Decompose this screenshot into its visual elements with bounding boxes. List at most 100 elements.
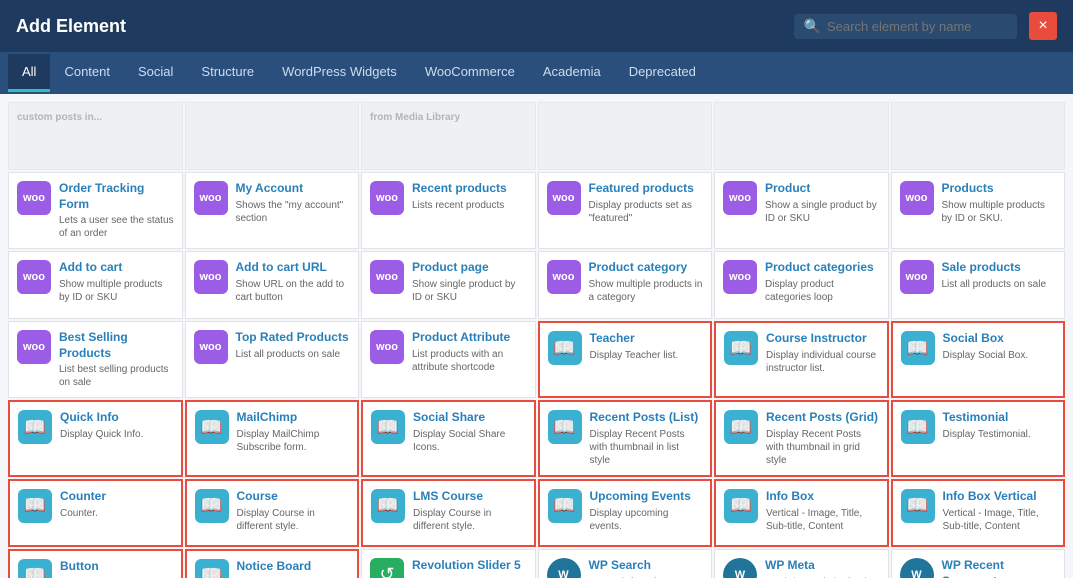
list-item[interactable] <box>538 102 713 170</box>
element-info: Featured products Display products set a… <box>589 181 704 225</box>
element-name: Course Instructor <box>766 331 879 347</box>
element-name: Products <box>942 181 1057 197</box>
a-icon: 📖 <box>724 331 758 365</box>
tab-content[interactable]: Content <box>50 54 124 92</box>
list-item[interactable]: 📖 LMS Course Display Course in different… <box>361 479 536 547</box>
element-name: WP Meta <box>765 558 880 574</box>
element-info: Product category Show multiple products … <box>589 260 704 304</box>
element-info: Sale products List all products on sale <box>942 260 1057 291</box>
search-input[interactable] <box>827 19 1007 34</box>
element-desc: List products with an attribute shortcod… <box>412 348 527 374</box>
list-item[interactable]: woo Product category Show multiple produ… <box>538 251 713 319</box>
element-name: Add to cart URL <box>236 260 351 276</box>
element-name: Product Attribute <box>412 330 527 346</box>
tab-academia[interactable]: Academia <box>529 54 615 92</box>
tab-social[interactable]: Social <box>124 54 187 92</box>
element-name: Counter <box>60 489 173 505</box>
element-name: Recent products <box>412 181 527 197</box>
element-info: Notice Board Display Posts from Notice B… <box>237 559 350 578</box>
element-info: Add to cart Show multiple products by ID… <box>59 260 174 304</box>
element-name: Add to cart <box>59 260 174 276</box>
list-item[interactable]: 📖 Teacher Display Teacher list. <box>538 321 713 398</box>
element-desc: Vertical - Image, Title, Sub-title, Cont… <box>943 507 1056 533</box>
list-item[interactable]: woo Featured products Display products s… <box>538 172 713 249</box>
list-item[interactable]: 📖 Recent Posts (Grid) Display Recent Pos… <box>714 400 889 477</box>
list-item[interactable] <box>891 102 1066 170</box>
list-item[interactable]: 📖 Recent Posts (List) Display Recent Pos… <box>538 400 713 477</box>
list-item[interactable]: 📖 Info Box Vertical Vertical - Image, Ti… <box>891 479 1066 547</box>
element-desc: Display Teacher list. <box>590 349 703 362</box>
list-item[interactable]: woo Product Attribute List products with… <box>361 321 536 398</box>
element-desc: Show multiple products in a category <box>589 278 704 304</box>
list-item[interactable]: woo Product Show a single product by ID … <box>714 172 889 249</box>
list-item[interactable]: from Media Library <box>361 102 536 170</box>
woo-icon: woo <box>723 260 757 294</box>
list-item[interactable]: woo Sale products List all products on s… <box>891 251 1066 319</box>
element-info: Upcoming Events Display upcoming events. <box>590 489 703 533</box>
modal-header: Add Element 🔍 × <box>0 0 1073 52</box>
element-desc: Display upcoming events. <box>590 507 703 533</box>
element-desc: Show multiple products by ID or SKU <box>59 278 174 304</box>
list-item[interactable]: 📖 Course Display Course in different sty… <box>185 479 360 547</box>
list-item[interactable]: W WP Search A search form for your site <box>538 549 713 578</box>
element-desc: Vertical - Image, Title, Sub-title, Cont… <box>766 507 879 533</box>
list-item[interactable]: woo Add to cart Show multiple products b… <box>8 251 183 319</box>
element-name: Product page <box>412 260 527 276</box>
element-desc: Lists recent products <box>412 199 527 212</box>
scroll-hint-row: custom posts in... from Media Library <box>8 102 1065 170</box>
element-info: Quick Info Display Quick Info. <box>60 410 173 441</box>
modal-title: Add Element <box>16 16 126 37</box>
elements-grid-container: custom posts in... from Media Library wo… <box>0 94 1073 578</box>
element-name: Recent Posts (List) <box>590 410 703 426</box>
list-item[interactable] <box>185 102 360 170</box>
list-item[interactable]: woo Best Selling Products List best sell… <box>8 321 183 398</box>
list-item[interactable]: woo Product categories Display product c… <box>714 251 889 319</box>
list-item[interactable]: 📖 Upcoming Events Display upcoming event… <box>538 479 713 547</box>
list-item[interactable]: 📖 MailChimp Display MailChimp Subscribe … <box>185 400 360 477</box>
close-button[interactable]: × <box>1029 12 1057 40</box>
list-item[interactable]: 📖 Quick Info Display Quick Info. <box>8 400 183 477</box>
list-item[interactable]: woo Top Rated Products List all products… <box>185 321 360 398</box>
element-desc: Display individual course instructor lis… <box>766 349 879 375</box>
tab-deprecated[interactable]: Deprecated <box>615 54 710 92</box>
list-item[interactable]: woo My Account Shows the "my account" se… <box>185 172 360 249</box>
list-item[interactable]: woo Recent products Lists recent product… <box>361 172 536 249</box>
list-item[interactable]: 📖 Button Button collection. <box>8 549 183 578</box>
list-item[interactable]: woo Add to cart URL Show URL on the add … <box>185 251 360 319</box>
element-info: Product Show a single product by ID or S… <box>765 181 880 225</box>
list-item[interactable]: 📖 Info Box Vertical - Image, Title, Sub-… <box>714 479 889 547</box>
element-desc: List best selling products on sale <box>59 363 174 389</box>
element-desc: Show single product by ID or SKU <box>412 278 527 304</box>
list-item[interactable]: 📖 Counter Counter. <box>8 479 183 547</box>
element-info: WP Recent Comments The most recent comme… <box>942 558 1057 578</box>
list-item[interactable]: 📖 Testimonial Display Testimonial. <box>891 400 1066 477</box>
element-name: Teacher <box>590 331 703 347</box>
list-item[interactable]: 📖 Course Instructor Display individual c… <box>714 321 889 398</box>
tab-wordpress-widgets[interactable]: WordPress Widgets <box>268 54 411 92</box>
tab-structure[interactable]: Structure <box>187 54 268 92</box>
element-desc: Display Course in different style. <box>237 507 350 533</box>
list-item[interactable]: woo Products Show multiple products by I… <box>891 172 1066 249</box>
list-item[interactable]: 📖 Social Box Display Social Box. <box>891 321 1066 398</box>
list-item[interactable]: W WP Recent Comments The most recent com… <box>891 549 1066 578</box>
woo-icon: woo <box>370 330 404 364</box>
list-item[interactable] <box>714 102 889 170</box>
element-name: Testimonial <box>943 410 1056 426</box>
tab-woocommerce[interactable]: WooCommerce <box>411 54 529 92</box>
tab-all[interactable]: All <box>8 54 50 92</box>
list-item[interactable]: ↺ Revolution Slider 5 <box>361 549 536 578</box>
search-icon: 🔍 <box>804 18 821 35</box>
elements-grid: woo Order Tracking Form Lets a user see … <box>8 172 1065 578</box>
element-info: Social Box Display Social Box. <box>943 331 1056 362</box>
element-info: Product categories Display product categ… <box>765 260 880 304</box>
element-info: LMS Course Display Course in different s… <box>413 489 526 533</box>
list-item[interactable]: W WP Meta Log in/out, admin, feed and Wo… <box>714 549 889 578</box>
list-item[interactable]: custom posts in... <box>8 102 183 170</box>
list-item[interactable]: 📖 Notice Board Display Posts from Notice… <box>185 549 360 578</box>
a-icon: 📖 <box>548 331 582 365</box>
element-info: Recent products Lists recent products <box>412 181 527 212</box>
list-item[interactable]: 📖 Social Share Display Social Share Icon… <box>361 400 536 477</box>
list-item[interactable]: woo Product page Show single product by … <box>361 251 536 319</box>
list-item[interactable]: woo Order Tracking Form Lets a user see … <box>8 172 183 249</box>
element-info: Social Share Display Social Share Icons. <box>413 410 526 454</box>
